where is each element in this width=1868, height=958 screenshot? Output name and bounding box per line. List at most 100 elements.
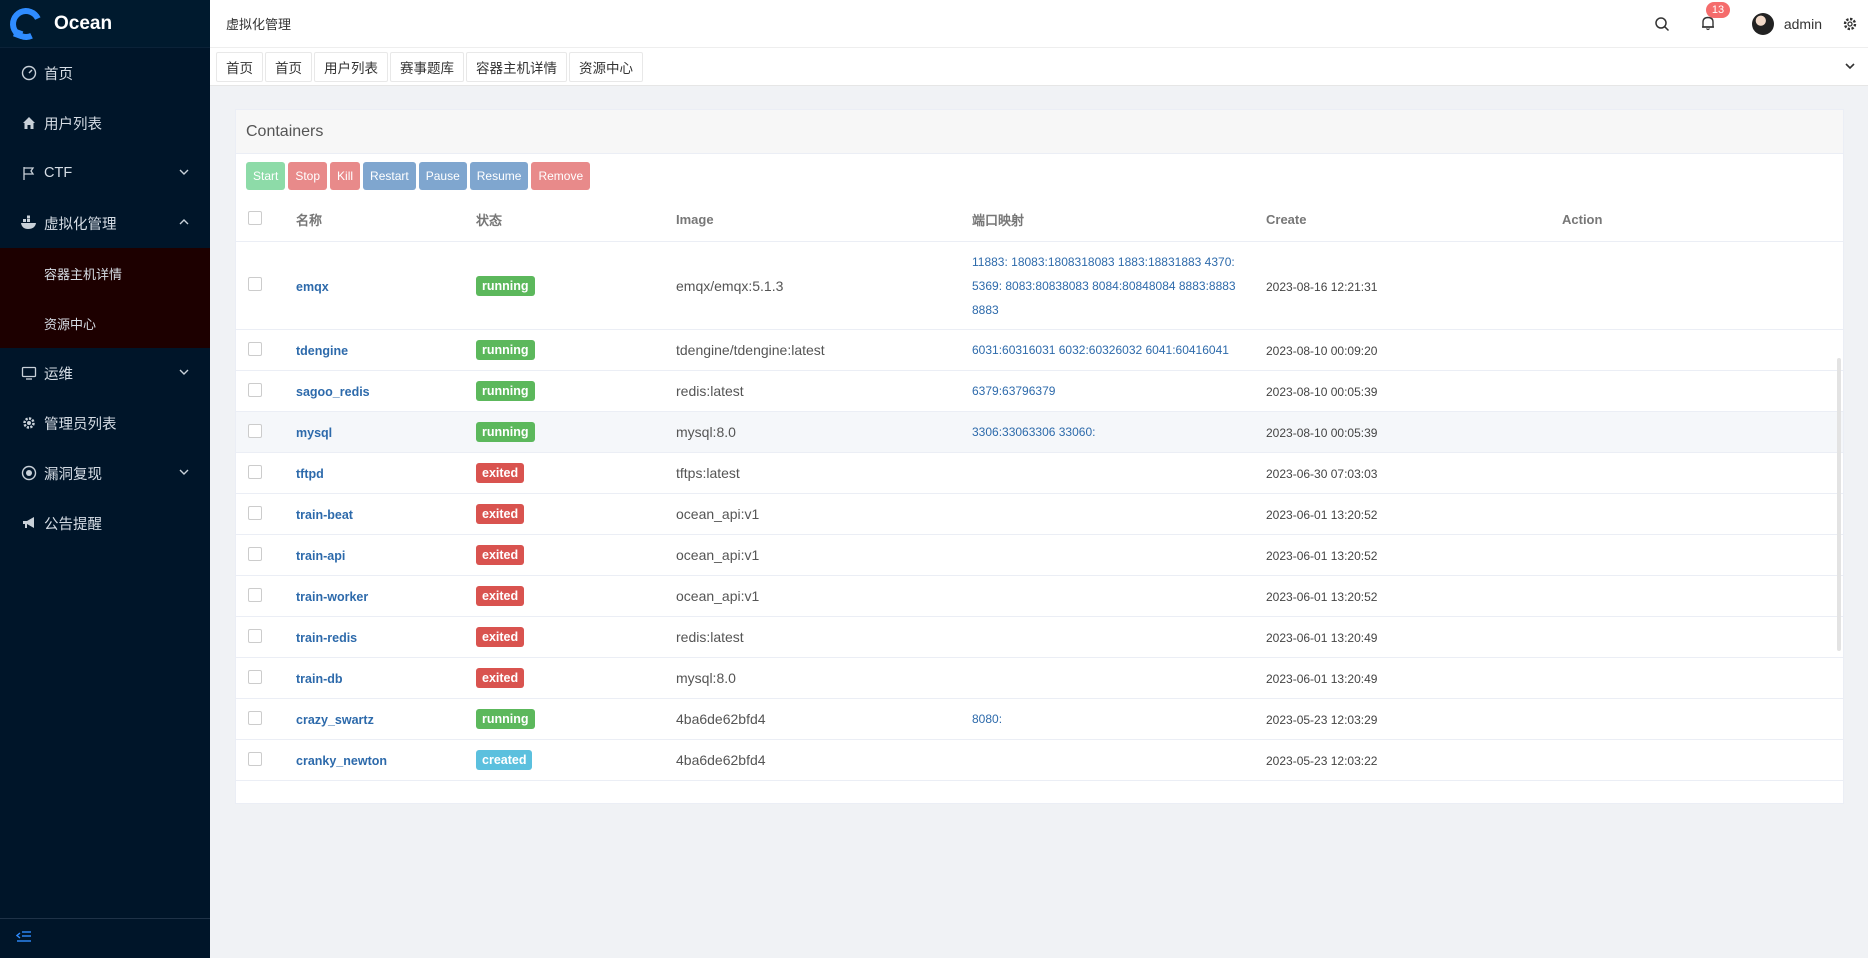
sidebar-item-ctf[interactable]: CTF bbox=[0, 148, 210, 198]
table-row[interactable]: train-api exited ocean_api:v1 2023-06-01 13… bbox=[236, 535, 1843, 576]
sidebar-item-home[interactable]: 首页 bbox=[0, 48, 210, 98]
row-checkbox[interactable] bbox=[248, 382, 262, 397]
dashboard-icon bbox=[20, 64, 38, 82]
table-row[interactable]: crazy_swartz running 4ba6de62bfd4 8080: 2023… bbox=[236, 699, 1843, 740]
sidebar-item-user-list[interactable]: 用户列表 bbox=[0, 98, 210, 148]
tabs-dropdown-icon[interactable] bbox=[1844, 59, 1856, 75]
table-row[interactable]: train-redis exited redis:latest 2023-06-01 … bbox=[236, 617, 1843, 658]
username[interactable]: admin bbox=[1784, 16, 1822, 32]
table-row[interactable]: sagoo_redis running redis:latest 6379:63796… bbox=[236, 371, 1843, 412]
table-row[interactable]: mysql running mysql:8.0 3306:33063306 33060… bbox=[236, 412, 1843, 453]
container-name-link[interactable]: tdengine bbox=[296, 344, 348, 358]
row-checkbox[interactable] bbox=[248, 277, 262, 291]
container-image: mysql:8.0 bbox=[676, 670, 736, 686]
status-badge: running bbox=[476, 422, 535, 442]
chevron-up-icon bbox=[178, 216, 190, 232]
collapse-menu-icon bbox=[15, 930, 32, 947]
container-name-link[interactable]: mysql bbox=[296, 426, 332, 440]
avatar[interactable] bbox=[1751, 13, 1774, 35]
container-image: ocean_api:v1 bbox=[676, 547, 760, 563]
table-row[interactable]: cranky_newton created 4ba6de62bfd4 2023-05-… bbox=[236, 740, 1843, 781]
column-header-ports[interactable]: 端口映射 bbox=[972, 210, 1266, 229]
remove-button[interactable]: Remove bbox=[531, 162, 591, 190]
sidebar-item-ops[interactable]: 运维 bbox=[0, 348, 210, 398]
sidebar-item-virtualization[interactable]: 虚拟化管理 bbox=[0, 198, 210, 248]
settings-gear-icon[interactable] bbox=[1840, 14, 1860, 34]
column-header-create[interactable]: Create bbox=[1266, 212, 1562, 227]
row-checkbox[interactable] bbox=[248, 751, 262, 766]
container-name-link[interactable]: tftpd bbox=[296, 467, 324, 481]
kill-button[interactable]: Kill bbox=[330, 162, 361, 190]
create-time: 2023-08-10 00:09:20 bbox=[1266, 344, 1378, 358]
tab-container-host[interactable]: 容器主机详情 bbox=[466, 51, 567, 82]
logo-text: Ocean bbox=[54, 12, 113, 34]
stop-button[interactable]: Stop bbox=[288, 162, 328, 190]
tab-home[interactable]: 首页 bbox=[216, 51, 263, 82]
column-header-state[interactable]: 状态 bbox=[476, 210, 676, 229]
container-image: emqx/emqx:5.1.3 bbox=[676, 277, 784, 294]
row-checkbox[interactable] bbox=[248, 423, 262, 438]
row-checkbox[interactable] bbox=[248, 628, 262, 643]
create-time: 2023-06-01 13:20:52 bbox=[1266, 590, 1378, 604]
megaphone-icon bbox=[20, 514, 38, 532]
row-checkbox[interactable] bbox=[248, 546, 262, 561]
table-row[interactable]: train-db exited mysql:8.0 2023-06-01 13:20:… bbox=[236, 658, 1843, 699]
row-checkbox[interactable] bbox=[248, 669, 262, 684]
container-action-toolbar: Start Stop Kill Restart Pause Resume Rem… bbox=[236, 154, 1843, 198]
container-image: mysql:8.0 bbox=[676, 424, 736, 440]
search-icon[interactable] bbox=[1652, 14, 1672, 34]
logo[interactable]: Ocean bbox=[0, 0, 210, 48]
container-name-link[interactable]: train-api bbox=[296, 549, 345, 563]
table-row[interactable]: tdengine running tdengine/tdengine:latest 6… bbox=[236, 330, 1843, 371]
tab-resource-center[interactable]: 资源中心 bbox=[569, 51, 643, 82]
pause-button[interactable]: Pause bbox=[418, 162, 467, 190]
chevron-down-icon bbox=[178, 166, 190, 182]
table-row[interactable]: emqx running emqx/emqx:5.1.3 11883: 18083:1… bbox=[236, 242, 1843, 330]
chevron-down-icon bbox=[178, 366, 190, 382]
container-name-link[interactable]: emqx bbox=[296, 280, 329, 294]
table-scrollbar[interactable] bbox=[1837, 358, 1841, 651]
sidebar-item-label: 用户列表 bbox=[44, 116, 102, 133]
sidebar-collapse-button[interactable] bbox=[0, 918, 210, 958]
container-name-link[interactable]: sagoo_redis bbox=[296, 385, 370, 399]
status-badge: exited bbox=[476, 545, 525, 565]
table-row[interactable]: train-beat exited ocean_api:v1 2023-06-01 1… bbox=[236, 494, 1843, 535]
sidebar-item-announcements[interactable]: 公告提醒 bbox=[0, 498, 210, 548]
restart-button[interactable]: Restart bbox=[363, 162, 416, 190]
sidebar-item-admin-list[interactable]: 管理员列表 bbox=[0, 398, 210, 448]
container-name-link[interactable]: train-worker bbox=[296, 590, 368, 604]
tab-challenge-bank[interactable]: 赛事题库 bbox=[390, 51, 464, 82]
status-badge: exited bbox=[476, 504, 525, 524]
row-checkbox[interactable] bbox=[248, 464, 262, 479]
create-time: 2023-08-10 00:05:39 bbox=[1266, 385, 1378, 399]
container-name-link[interactable]: train-beat bbox=[296, 508, 353, 522]
resume-button[interactable]: Resume bbox=[469, 162, 529, 190]
select-all-checkbox[interactable] bbox=[248, 211, 262, 225]
start-button[interactable]: Start bbox=[246, 162, 286, 190]
sidebar-item-label: 管理员列表 bbox=[44, 416, 117, 433]
row-checkbox[interactable] bbox=[248, 587, 262, 602]
home-icon bbox=[20, 114, 38, 132]
row-checkbox[interactable] bbox=[248, 341, 262, 356]
create-time: 2023-08-10 00:05:39 bbox=[1266, 426, 1378, 440]
submenu-item-container-host[interactable]: 容器主机详情 bbox=[0, 248, 210, 298]
container-name-link[interactable]: crazy_swartz bbox=[296, 713, 374, 727]
container-name-link[interactable]: train-redis bbox=[296, 631, 357, 645]
column-header-name[interactable]: 名称 bbox=[296, 210, 476, 229]
notification-button[interactable]: 13 bbox=[1698, 2, 1731, 34]
bug-icon bbox=[20, 464, 38, 482]
submenu-item-resource-center[interactable]: 资源中心 bbox=[0, 298, 210, 348]
tab-home-2[interactable]: 首页 bbox=[265, 51, 312, 82]
status-badge: running bbox=[476, 275, 535, 296]
row-checkbox[interactable] bbox=[248, 505, 262, 520]
port-mapping: 3306:33063306 33060: bbox=[972, 425, 1096, 439]
table-row[interactable]: tftpd exited tftps:latest 2023-06-30 07:03:… bbox=[236, 453, 1843, 494]
container-name-link[interactable]: cranky_newton bbox=[296, 754, 387, 768]
tab-user-list[interactable]: 用户列表 bbox=[314, 51, 388, 82]
container-name-link[interactable]: train-db bbox=[296, 672, 343, 686]
table-row[interactable]: train-worker exited ocean_api:v1 2023-06-01… bbox=[236, 576, 1843, 617]
container-image: ocean_api:v1 bbox=[676, 506, 760, 522]
row-checkbox[interactable] bbox=[248, 710, 262, 725]
sidebar-item-vuln-repro[interactable]: 漏洞复现 bbox=[0, 448, 210, 498]
column-header-image[interactable]: Image bbox=[676, 212, 972, 227]
